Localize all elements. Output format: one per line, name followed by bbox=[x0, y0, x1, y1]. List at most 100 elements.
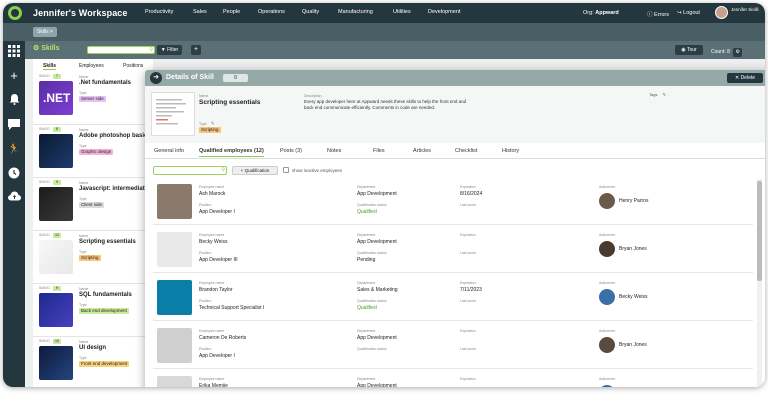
nav-utilities[interactable]: Utilities bbox=[393, 9, 411, 15]
search-icon: ⚲ bbox=[149, 47, 153, 53]
tour-button[interactable]: ◉ Tour bbox=[675, 45, 703, 55]
skill-count-badge: 9 bbox=[53, 180, 61, 185]
skill-type-badge: Client side bbox=[79, 202, 105, 208]
count-label: Count: 8 bbox=[711, 49, 730, 55]
skill-count-badge: 9 bbox=[53, 286, 61, 291]
add-icon[interactable]: + bbox=[7, 69, 21, 83]
department-label: Department bbox=[357, 233, 376, 237]
appward-logo-icon[interactable] bbox=[8, 6, 22, 20]
nav-development[interactable]: Development bbox=[428, 9, 460, 15]
tab-skills[interactable]: Skills × bbox=[33, 27, 57, 37]
department-label: Department bbox=[357, 329, 376, 333]
tag-edit-icon[interactable]: ✎ bbox=[663, 92, 666, 97]
skill-name: .Net fundamentals bbox=[79, 80, 132, 86]
tab-files[interactable]: Files bbox=[373, 148, 385, 154]
nav-people[interactable]: People bbox=[223, 9, 240, 15]
tour-label: Tour bbox=[686, 47, 697, 53]
expiration-date: 8/16/2024 bbox=[460, 191, 483, 197]
nav-sales[interactable]: Sales bbox=[193, 9, 207, 15]
scrollbar-thumb[interactable] bbox=[757, 181, 762, 281]
employee-photo bbox=[157, 184, 192, 219]
employee-row[interactable]: Employee nameErika MemijePositionApp Dev… bbox=[153, 371, 753, 387]
show-inactive-checkbox[interactable] bbox=[283, 167, 289, 173]
employee-row[interactable]: Employee name Ash Marock Position App Devel… bbox=[153, 179, 753, 225]
scrollbar[interactable] bbox=[757, 179, 762, 387]
tab-notes[interactable]: Notes bbox=[327, 148, 341, 154]
chat-icon[interactable] bbox=[7, 119, 21, 133]
employee-row[interactable]: Employee name Becky Weiss Position App Deve… bbox=[153, 227, 753, 273]
close-icon: ✕ bbox=[734, 75, 740, 81]
grid-icon[interactable] bbox=[7, 45, 21, 59]
tab-qualified-employees[interactable]: Qualified employees (12) bbox=[199, 148, 264, 157]
delete-button[interactable]: ✕ Delete bbox=[727, 73, 763, 83]
run-icon[interactable]: 🏃 bbox=[7, 143, 21, 157]
detail-tabs: General info Qualified employees (12) Po… bbox=[145, 143, 765, 159]
detail-title: Details of Skill bbox=[166, 74, 214, 81]
skill-count: Count: 8 ⚙ bbox=[711, 48, 743, 57]
last-score-label: Last score bbox=[460, 203, 477, 207]
expiration-label: Expiration bbox=[460, 377, 476, 381]
authorizer-name: Bryan Jones bbox=[619, 342, 647, 348]
skill-thumbnail: .NET bbox=[39, 81, 73, 115]
org-selector[interactable]: Org: Appward bbox=[583, 10, 619, 16]
tab-skills-list[interactable]: Skills bbox=[43, 63, 57, 70]
org-name: Appward bbox=[595, 10, 619, 16]
tab-general-info[interactable]: General info bbox=[154, 148, 184, 154]
filter-label: Filter bbox=[167, 47, 179, 53]
expiration-label: Expiration bbox=[460, 233, 476, 237]
gear-icon: ⚙ bbox=[33, 45, 40, 52]
employee-search-input[interactable]: ⚲ bbox=[153, 166, 227, 175]
skill-list-item[interactable]: Skill ID 12 Name Scripting essentials Type Sc… bbox=[33, 232, 153, 284]
skill-id: Skill ID bbox=[39, 233, 50, 237]
skill-thumbnail[interactable] bbox=[151, 92, 195, 136]
add-skill-button[interactable]: + bbox=[191, 45, 201, 55]
cloud-upload-icon[interactable] bbox=[7, 191, 21, 205]
workspace-title: Jennifer's Workspace bbox=[33, 8, 128, 18]
nav-quality[interactable]: Quality bbox=[302, 9, 319, 15]
qualification-status: Qualified bbox=[357, 209, 377, 215]
clock-icon[interactable] bbox=[7, 167, 21, 181]
skill-type-badge: Graphic design bbox=[79, 149, 114, 155]
errors-link[interactable]: ⓘ Errors bbox=[647, 10, 669, 18]
employee-row[interactable]: Employee name Brandon Taylor Position Techn… bbox=[153, 275, 753, 321]
skills-search-input[interactable]: ⚲ bbox=[87, 46, 155, 54]
bell-icon[interactable] bbox=[7, 93, 21, 107]
skill-thumbnail bbox=[39, 240, 73, 274]
skill-type-badge: Front end development bbox=[79, 361, 130, 367]
skill-list-item[interactable]: Skill ID 9 Name Javascript: intermediate Typ… bbox=[33, 179, 153, 231]
skill-list-item[interactable]: Skill ID 9 Name SQL fundamentals Type Back en… bbox=[33, 285, 153, 337]
delete-label: Delete bbox=[740, 75, 756, 81]
tab-checklist[interactable]: Checklist bbox=[455, 148, 477, 154]
logout-link[interactable]: ↪ Logout bbox=[677, 10, 700, 16]
skill-count-badge: 8 bbox=[53, 127, 61, 132]
back-arrow-icon[interactable]: ➜ bbox=[150, 72, 162, 84]
skills-list-panel: Skills Employees Positions Skill ID 7 .NET… bbox=[33, 59, 153, 387]
employee-department: Sales & Marketing bbox=[357, 287, 398, 293]
skill-type-label: Type bbox=[79, 197, 87, 201]
search-icon: ⚲ bbox=[221, 167, 225, 173]
user-name: Jennifer Sicilli bbox=[731, 7, 759, 12]
user-avatar[interactable] bbox=[715, 6, 728, 19]
authorizer-label: Authorizer bbox=[599, 329, 615, 333]
plus-icon: + bbox=[240, 168, 244, 173]
tab-history[interactable]: History bbox=[502, 148, 519, 154]
skills-toolbar: ⚙ Skills ⚲ ▼ Filter + ◉ Tour Count: 8 ⚙ bbox=[25, 41, 765, 59]
qualification-status-label: Qualification status bbox=[357, 347, 387, 351]
filter-button[interactable]: ▼ Filter bbox=[157, 45, 182, 55]
skill-id: Skill ID bbox=[39, 74, 50, 78]
tab-employees[interactable]: Employees bbox=[79, 63, 104, 69]
nav-productivity[interactable]: Productivity bbox=[145, 9, 173, 15]
nav-operations[interactable]: Operations bbox=[258, 9, 285, 15]
skill-list-item[interactable]: Skill ID 7 .NET Name .Net fundamentals Type Se… bbox=[33, 73, 153, 125]
employee-row[interactable]: Employee name Cameron De Roberts Position A… bbox=[153, 323, 753, 369]
settings-icon[interactable]: ⚙ bbox=[733, 48, 743, 57]
skill-description: Every app developer here at Appward need… bbox=[304, 99, 467, 110]
skill-list-item[interactable]: Skill ID 10 Name UI design Type Front end dev… bbox=[33, 338, 153, 387]
tab-positions[interactable]: Positions bbox=[123, 63, 143, 69]
skill-list-item[interactable]: Skill ID 8 Name Adobe photoshop basics Type G… bbox=[33, 126, 153, 178]
add-qualification-button[interactable]: + Qualification bbox=[232, 166, 278, 175]
authorizer-avatar bbox=[599, 337, 615, 353]
tab-posts[interactable]: Posts (3) bbox=[280, 148, 302, 154]
tab-articles[interactable]: Articles bbox=[413, 148, 431, 154]
nav-manufacturing[interactable]: Manufacturing bbox=[338, 9, 373, 15]
